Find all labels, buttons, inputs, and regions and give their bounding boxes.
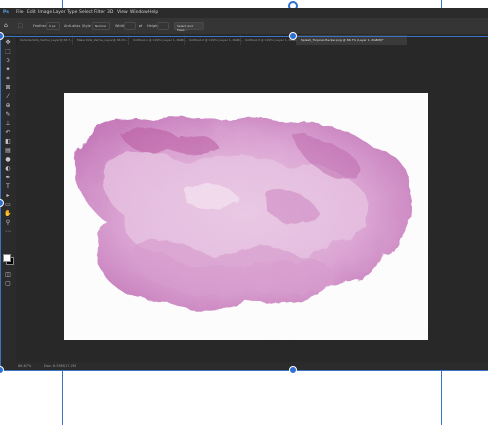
eyedropper-tool-icon[interactable]: ⁄ — [4, 93, 12, 100]
document-canvas[interactable] — [64, 93, 428, 340]
style-select[interactable]: Normal — [92, 22, 110, 30]
quick-mask-icon[interactable]: ◫ — [4, 271, 12, 278]
menu-filter[interactable]: Filter — [94, 8, 105, 18]
menu-edit[interactable]: Edit — [27, 8, 36, 18]
marquee-tool-icon[interactable]: ⬚ — [18, 23, 23, 29]
move-tool-icon[interactable]: ✥ — [4, 39, 12, 46]
menu-help[interactable]: Help — [148, 8, 158, 18]
dodge-tool-icon[interactable]: ◐ — [4, 165, 12, 172]
style-label: Style — [82, 24, 91, 28]
select-mask-button[interactable]: Select and Mask... — [174, 22, 204, 32]
blur-tool-icon[interactable]: ● — [4, 156, 12, 163]
feather-label: Feather — [33, 24, 47, 28]
magic-wand-tool-icon[interactable]: ✦ — [4, 66, 12, 73]
pen-tool-icon[interactable]: ✒ — [4, 174, 12, 181]
menu-select[interactable]: Select — [79, 8, 93, 18]
antialias-checkbox[interactable]: Anti-alias — [64, 23, 80, 29]
selection-edge-bottom — [0, 370, 488, 371]
history-brush-tool-icon[interactable]: ↶ — [4, 129, 12, 136]
more-tools-icon[interactable]: ⋯ — [4, 228, 12, 235]
foreground-color-swatch[interactable] — [3, 254, 11, 262]
screen-mode-icon[interactable]: ▢ — [4, 280, 12, 287]
menu-file[interactable]: File — [16, 8, 24, 18]
menu-type[interactable]: Type — [67, 8, 77, 18]
menu-3d[interactable]: 3D — [107, 8, 113, 18]
type-tool-icon[interactable]: T — [4, 183, 12, 190]
menu-layer[interactable]: Layer — [53, 8, 66, 18]
transform-handle-top-center[interactable] — [289, 32, 297, 40]
home-icon[interactable]: ⌂ — [4, 23, 8, 29]
hand-tool-icon[interactable]: ✋ — [4, 210, 12, 217]
lasso-tool-icon[interactable]: ↄ — [4, 57, 12, 64]
path-selection-tool-icon[interactable]: ▸ — [4, 192, 12, 199]
rectangle-tool-icon[interactable]: ▭ — [4, 201, 12, 208]
watercolor-splash-image — [64, 93, 428, 340]
document-size: Doc: 6.59M/17.2M — [44, 364, 76, 368]
status-bar: 66.67% Doc: 6.59M/17.2M — [0, 362, 488, 370]
zoom-tool-icon[interactable]: ⚲ — [4, 219, 12, 226]
width-input[interactable] — [124, 22, 136, 30]
menu-bar: Ps File Edit Image Layer Type Select Fil… — [0, 8, 488, 18]
gradient-tool-icon[interactable]: ▤ — [4, 147, 12, 154]
swap-icon[interactable]: ⇄ — [139, 23, 142, 29]
frame-tool-icon[interactable]: ⊠ — [4, 84, 12, 91]
crop-tool-icon[interactable]: ⌗ — [4, 75, 12, 82]
marquee-tool-icon[interactable]: ⬚ — [4, 48, 12, 55]
transform-handle-bottom-left[interactable] — [0, 366, 4, 374]
tools-panel: ✥ ⬚ ↄ ✦ ⌗ ⊠ ⁄ ⊕ ✎ ⊥ ↶ ◧ ▤ ● ◐ ✒ T ▸ ▭ ✋ … — [0, 35, 17, 362]
options-bar: ⌂ ⬚ Feather 0 px Anti-alias Style Normal… — [0, 18, 488, 35]
menu-image[interactable]: Image — [38, 8, 52, 18]
photoshop-window: Ps File Edit Image Layer Type Select Fil… — [0, 8, 488, 370]
height-input[interactable] — [157, 22, 169, 30]
eraser-tool-icon[interactable]: ◧ — [4, 138, 12, 145]
ps-logo-icon: Ps — [3, 10, 9, 15]
canvas-area[interactable] — [16, 45, 488, 362]
transform-handle-bottom-center[interactable] — [289, 366, 297, 374]
brush-tool-icon[interactable]: ✎ — [4, 111, 12, 118]
menu-view[interactable]: View — [117, 8, 128, 18]
menu-window[interactable]: Window — [130, 8, 148, 18]
zoom-level[interactable]: 66.67% — [18, 362, 31, 370]
healing-brush-tool-icon[interactable]: ⊕ — [4, 102, 12, 109]
feather-input[interactable]: 0 px — [46, 22, 60, 30]
clone-stamp-tool-icon[interactable]: ⊥ — [4, 120, 12, 127]
selection-edge-top — [0, 36, 488, 37]
